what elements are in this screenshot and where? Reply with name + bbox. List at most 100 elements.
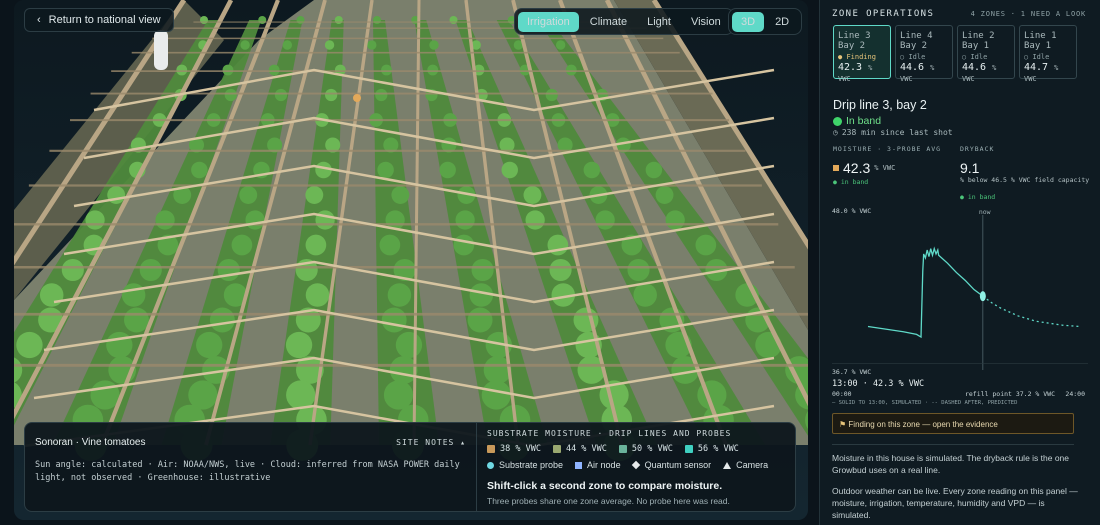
selected-zone-marker [353, 94, 361, 102]
zone-line: Line 2 [962, 31, 995, 41]
tomato-plant [240, 40, 250, 50]
swatch-50-label: 50 % VWC [631, 444, 673, 454]
tomato-plant [196, 331, 223, 359]
site-notes-section: Sonoran · Vine tomatoes SITE NOTES ▴ Sun… [25, 423, 477, 511]
weather-note: Outdoor weather can be live. Every zone … [832, 486, 1078, 520]
moisture-line-simulated [867, 246, 984, 339]
tomato-plant [467, 307, 493, 333]
tomato-plant [324, 40, 335, 50]
idle-icon: ○ [900, 53, 905, 61]
tomato-plant [449, 16, 458, 24]
current-readout: 13:00 · 42.3 % VWC [832, 379, 924, 389]
legend-air-node: Air node [575, 460, 621, 470]
tomato-plant [453, 234, 475, 256]
tomato-plant [268, 64, 280, 76]
swatch-56-icon [684, 445, 693, 453]
evidence-label: Finding on this zone — open the evidence [848, 420, 998, 429]
tomato-plant [565, 64, 577, 76]
zone-value: 42.3 [838, 62, 863, 73]
tomato-plant [305, 186, 324, 204]
tomato-plant [381, 64, 392, 76]
tab-light[interactable]: Light [638, 12, 680, 32]
tab-climate[interactable]: Climate [581, 12, 636, 32]
substrate-probe-icon [487, 461, 494, 469]
open-evidence-button[interactable]: ⚑ Finding on this zone — open the eviden… [832, 413, 1074, 434]
zone-card-line4-bay2[interactable]: Line 4 Bay 2 ○ Idle 44.6 % VWC [895, 25, 953, 83]
moisture-swatch-icon [833, 165, 839, 171]
tomato-plant [124, 307, 149, 333]
tomato-plant [595, 210, 615, 230]
tomato-plant [139, 258, 162, 282]
tomato-plant [481, 380, 511, 410]
swatch-56-label: 56 % VWC [697, 444, 739, 454]
view-2d-button[interactable]: 2D [766, 12, 798, 32]
current-point [979, 291, 986, 302]
zone-value: 44.7 [1024, 62, 1049, 73]
zone-card-line3-bay2[interactable]: Line 3 Bay 2 ● Finding 42.3 % VWC [833, 25, 891, 83]
tomato-plant [545, 88, 558, 102]
zone-status: Idle [1032, 53, 1050, 61]
water-tank [154, 30, 168, 70]
view-3d-button[interactable]: 3D [732, 11, 765, 32]
legend-swatch-44: 44 % VWC [552, 444, 607, 454]
zone-operations-panel: ZONE OPERATIONS 4 ZONES · 1 NEED A LOOK … [819, 0, 1100, 525]
y-axis-bottom-label: 36.7 % VWC [832, 368, 871, 376]
tomato-plant [200, 16, 208, 24]
tomato-plant [375, 88, 388, 102]
tomato-plant [373, 16, 381, 24]
idle-icon: ○ [1024, 53, 1029, 61]
zone-status: Finding [846, 53, 876, 61]
tomato-plant [391, 186, 410, 204]
tomato-plant [176, 64, 188, 76]
now-label: now [979, 208, 991, 216]
substrate-probe-label: Substrate probe [499, 460, 564, 470]
camera-icon [723, 461, 732, 469]
tomato-plant [222, 64, 234, 76]
x-axis-start-label: 00:00 [832, 390, 852, 398]
tomato-plant [633, 283, 657, 307]
tomato-plant [274, 88, 288, 102]
tab-irrigation[interactable]: Irrigation [518, 11, 579, 32]
legend-quantum-sensor: Quantum sensor [631, 460, 711, 470]
site-info-card: Sonoran · Vine tomatoes SITE NOTES ▴ Sun… [24, 422, 796, 512]
dryback-value: 9.1 [960, 160, 980, 176]
return-national-button[interactable]: ‹ Return to national view [24, 8, 174, 32]
view-toggle: 3D 2D [728, 8, 803, 35]
zone-value: 44.6 [900, 62, 925, 73]
zone-line: Line 1 [1024, 31, 1057, 41]
tomato-plant [258, 16, 267, 24]
zone-bay: Bay 2 [838, 41, 866, 51]
site-notes-line-2: light, not observed · Greenhouse: illust… [35, 473, 271, 483]
tomato-plant [16, 331, 43, 359]
zone-value: 44.6 [962, 62, 987, 73]
greenhouse-3d-view[interactable]: ‹ Return to national view Irrigation Cli… [14, 0, 808, 520]
tomato-plant [85, 210, 105, 230]
legend-substrate-probe: Substrate probe [487, 460, 563, 470]
zone-line: Line 3 [838, 31, 871, 41]
tomato-plant [155, 210, 175, 230]
tomato-plant [555, 40, 566, 50]
tomato-plant [334, 16, 343, 24]
simulation-note: Moisture in this house is simulated. The… [832, 453, 1070, 475]
tomato-plant [583, 161, 601, 179]
tomato-plant [239, 186, 258, 204]
refill-label: refill point 37.2 % VWC [965, 390, 1055, 398]
tomato-plant [231, 234, 253, 256]
legend-swatch-56: 56 % VWC [684, 444, 739, 454]
tab-vision[interactable]: Vision [682, 12, 730, 32]
zone-card-line2-bay1[interactable]: Line 2 Bay 1 ○ Idle 44.6 % VWC [957, 25, 1015, 83]
tomato-plant [305, 234, 327, 256]
moisture-label: MOISTURE · 3-PROBE AVG [833, 145, 942, 153]
x-axis-end-label: 24:00 [1065, 390, 1085, 398]
moisture-line-predicted [982, 295, 1081, 328]
tomato-plant [549, 258, 572, 282]
tomato-plant [106, 331, 133, 359]
zone-card-line1-bay1[interactable]: Line 1 Bay 1 ○ Idle 44.7 % VWC [1019, 25, 1077, 83]
panel-title: ZONE OPERATIONS [832, 9, 935, 19]
tomato-plant [395, 331, 423, 359]
legend-camera: Camera [723, 460, 768, 470]
site-notes-toggle[interactable]: SITE NOTES ▴ [396, 438, 466, 447]
tomato-plant [245, 210, 265, 230]
tomato-plant [282, 40, 293, 50]
site-notes-label: SITE NOTES [396, 438, 455, 447]
